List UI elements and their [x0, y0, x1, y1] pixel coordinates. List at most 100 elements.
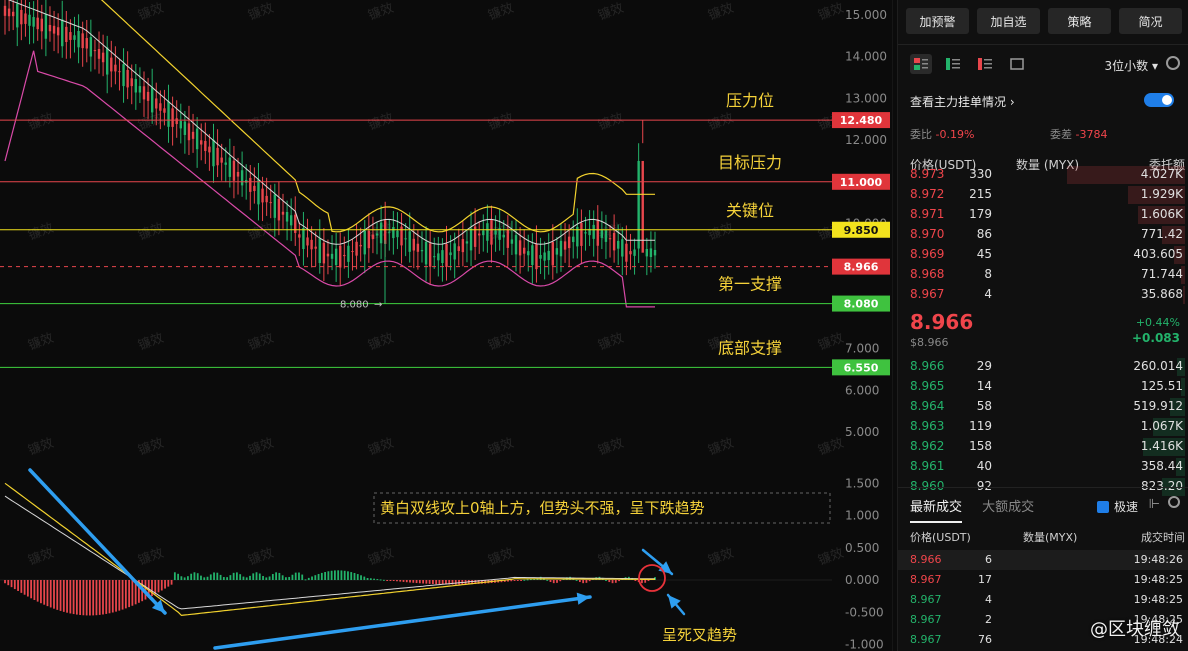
speed-checkbox[interactable]: 极速 — [1096, 498, 1138, 515]
candle-body — [183, 121, 187, 135]
macd-histogram-bar — [209, 574, 212, 580]
tab-latest-trades[interactable]: 最新成交 — [910, 500, 963, 523]
candle-body — [179, 121, 182, 129]
bid-row[interactable]: 8.965 14 125.51 — [898, 377, 1188, 397]
candle-body — [600, 230, 604, 238]
macd-histogram-bar — [337, 570, 340, 580]
macd-histogram-bar — [193, 572, 196, 580]
candle-body — [604, 230, 608, 242]
ob-amount: 4.027K — [1140, 167, 1183, 181]
candle-body — [36, 17, 39, 30]
macd-histogram-bar — [111, 580, 114, 613]
macd-histogram-bar — [275, 572, 278, 580]
bid-row[interactable]: 8.962 158 1.416K — [898, 437, 1188, 457]
trades-settings-icon[interactable] — [1168, 496, 1180, 508]
macd-histogram-bar — [98, 580, 101, 615]
strategy-button[interactable]: 策略 — [1048, 8, 1111, 34]
macd-histogram-bar — [301, 574, 304, 580]
settings-icon[interactable] — [1166, 56, 1180, 70]
macd-histogram-bar — [265, 577, 268, 580]
macd-histogram-bar — [314, 575, 317, 580]
macd-histogram-bar — [288, 576, 291, 580]
overview-button[interactable]: 简况 — [1119, 8, 1182, 34]
tab-large-trades[interactable]: 大额成交 — [982, 500, 1034, 515]
ob-qty: 330 — [969, 167, 992, 181]
price-tick-label: 12.000 — [845, 133, 887, 147]
macd-histogram-bar — [415, 580, 418, 584]
macd-histogram-bar — [46, 580, 49, 607]
price-tick-label: 15.000 — [845, 8, 887, 22]
tr-header-time: 成交时间 — [1141, 531, 1185, 544]
speed-label: 极速 — [1113, 500, 1138, 514]
add-watchlist-button[interactable]: 加自选 — [977, 8, 1040, 34]
macd-histogram-bar — [360, 575, 362, 580]
macd-histogram-bar — [510, 580, 513, 582]
candle-body — [130, 78, 133, 87]
candle-body — [134, 79, 138, 93]
macd-histogram-bar — [105, 580, 108, 614]
ask-row[interactable]: 8.970 86 771.42 — [898, 225, 1188, 245]
candle-body — [142, 86, 146, 100]
brand-watermark: @区块缠敛 — [1090, 619, 1180, 640]
trade-time: 19:48:25 — [1133, 593, 1183, 606]
kline-chart-svg[interactable]: 15.00014.00013.00012.00011.00010.0009.00… — [0, 0, 893, 651]
macd-tick-label: -1.000 — [845, 638, 884, 651]
candle-body — [44, 14, 48, 39]
candle-body — [612, 232, 616, 251]
candle-body — [265, 195, 268, 203]
bid-row[interactable]: 8.966 29 260.014 — [898, 357, 1188, 377]
orderbook-asks-icon[interactable] — [974, 54, 996, 74]
ob-qty: 58 — [976, 399, 992, 413]
candle-body — [531, 245, 534, 265]
kline-chart-area[interactable]: 15.00014.00013.00012.00011.00010.0009.00… — [0, 0, 893, 651]
trade-time: 19:48:26 — [1133, 553, 1183, 566]
candle-body — [641, 160, 644, 253]
candle-body — [224, 162, 227, 165]
bid-row[interactable]: 8.964 58 519.912 — [898, 397, 1188, 417]
candle-body — [424, 241, 428, 265]
macd-histogram-bar — [611, 580, 614, 584]
ask-row[interactable]: 8.969 45 403.605 — [898, 245, 1188, 265]
macd-histogram-bar — [183, 577, 186, 580]
orderbook-both-icon[interactable] — [910, 54, 932, 74]
macd-histogram-bar — [222, 577, 225, 580]
bid-row[interactable]: 8.963 119 1.067K — [898, 417, 1188, 437]
decimals-select[interactable]: 3位小数 ▾ — [1105, 57, 1159, 74]
trade-qty: 2 — [985, 613, 992, 626]
tr-header-price: 价格(USDT) — [910, 531, 971, 544]
ask-row[interactable]: 8.971 179 1.606K — [898, 205, 1188, 225]
macd-histogram-bar — [585, 580, 588, 583]
level-name-label: 底部支撑 — [718, 338, 782, 357]
add-alert-button[interactable]: 加预警 — [906, 8, 969, 34]
layout-icon[interactable]: ⊩ — [1149, 497, 1160, 512]
bid-row[interactable]: 8.961 40 358.44 — [898, 457, 1188, 477]
diff-group: 委差 -3784 — [1050, 126, 1107, 142]
orderbook-compact-icon[interactable] — [1006, 54, 1028, 74]
orderbook-bids-icon[interactable] — [942, 54, 964, 74]
macd-histogram-bar — [20, 580, 23, 593]
macd-histogram-bar — [249, 575, 251, 580]
macd-tick-label: -0.500 — [845, 605, 884, 619]
ask-row[interactable]: 8.967 4 35.868 — [898, 285, 1188, 305]
candle-body — [155, 98, 158, 109]
candle-body — [110, 57, 113, 72]
macd-histogram-bar — [62, 580, 65, 612]
macd-histogram-bar — [578, 580, 581, 583]
ask-row[interactable]: 8.972 215 1.929K — [898, 185, 1188, 205]
ask-row[interactable]: 8.968 8 71.744 — [898, 265, 1188, 285]
macd-histogram-bar — [559, 580, 562, 582]
price-tick-label: 14.000 — [845, 50, 887, 64]
level-price-text: 8.080 — [844, 298, 879, 311]
mainforce-link[interactable]: 查看主力挂单情况 › — [910, 93, 1015, 110]
candle-body — [126, 69, 129, 88]
candle-body — [637, 160, 640, 249]
candle-body — [187, 123, 191, 141]
mainforce-toggle[interactable] — [1144, 93, 1174, 107]
ask-row[interactable]: 8.973 330 4.027K — [898, 165, 1188, 185]
macd-histogram-bar — [164, 580, 166, 589]
macd-histogram-bar — [366, 578, 369, 580]
ob-amount: 1.067K — [1140, 419, 1183, 433]
price-tick-label: 6.000 — [845, 383, 879, 397]
candle-body — [428, 243, 432, 267]
ob-price: 8.961 — [910, 459, 945, 473]
